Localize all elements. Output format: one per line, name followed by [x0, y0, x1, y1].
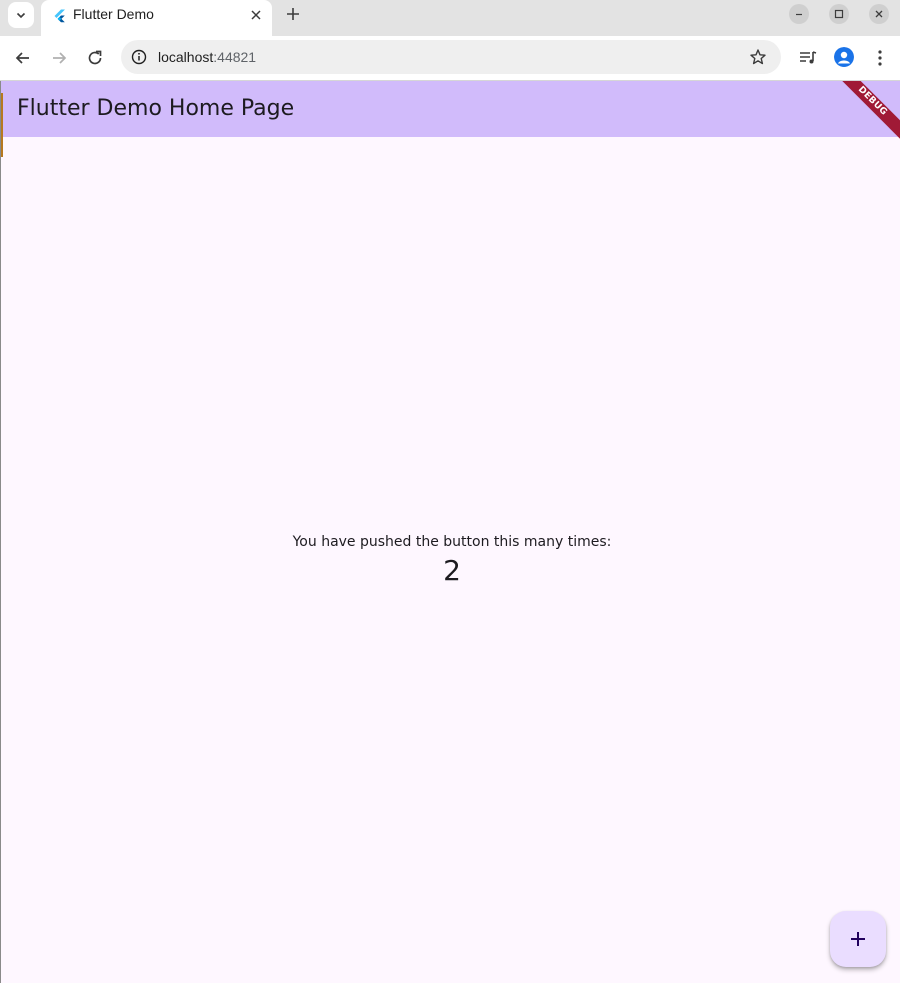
- kebab-menu-icon[interactable]: [870, 48, 890, 68]
- tab-strip: Flutter Demo: [0, 0, 900, 36]
- close-icon[interactable]: [249, 8, 263, 22]
- close-icon: [875, 10, 883, 18]
- counter-label: You have pushed the button this many tim…: [292, 534, 612, 550]
- profile-avatar-icon[interactable]: [834, 47, 854, 67]
- browser-window: Flutter Demo localhost:44821 Flutter Dem…: [0, 0, 900, 983]
- info-icon[interactable]: [131, 49, 147, 65]
- tab-search-button[interactable]: [8, 2, 34, 28]
- app-bar: Flutter Demo Home Page: [1, 81, 900, 137]
- url-text: localhost:44821: [158, 49, 256, 65]
- forward-arrow-icon[interactable]: [49, 48, 69, 68]
- star-icon[interactable]: [749, 48, 767, 66]
- plus-icon: [851, 932, 865, 946]
- reload-icon[interactable]: [85, 48, 105, 68]
- maximize-button[interactable]: [829, 4, 849, 24]
- increment-button[interactable]: [830, 911, 886, 967]
- new-tab-button[interactable]: [284, 5, 302, 23]
- close-window-button[interactable]: [869, 4, 889, 24]
- browser-toolbar: localhost:44821: [0, 36, 900, 81]
- tab-title: Flutter Demo: [73, 6, 154, 22]
- minimize-button[interactable]: [789, 4, 809, 24]
- counter-value: 2: [443, 554, 461, 587]
- media-queue-icon[interactable]: [798, 48, 818, 68]
- flutter-logo-icon: [54, 9, 65, 23]
- back-arrow-icon[interactable]: [13, 48, 33, 68]
- url-host: localhost: [158, 49, 214, 65]
- maximize-icon: [834, 9, 844, 19]
- page-title: Flutter Demo Home Page: [17, 96, 295, 121]
- chevron-down-icon: [16, 12, 26, 19]
- flutter-app: Flutter Demo Home Page DEBUG You have pu…: [0, 81, 900, 983]
- tab-flutter-demo[interactable]: Flutter Demo: [41, 0, 272, 36]
- minimize-icon: [796, 13, 802, 16]
- address-bar[interactable]: localhost:44821: [121, 40, 781, 74]
- avatar-glyph: [834, 47, 854, 67]
- url-port: :44821: [213, 49, 257, 65]
- left-edge-marker: [1, 93, 3, 157]
